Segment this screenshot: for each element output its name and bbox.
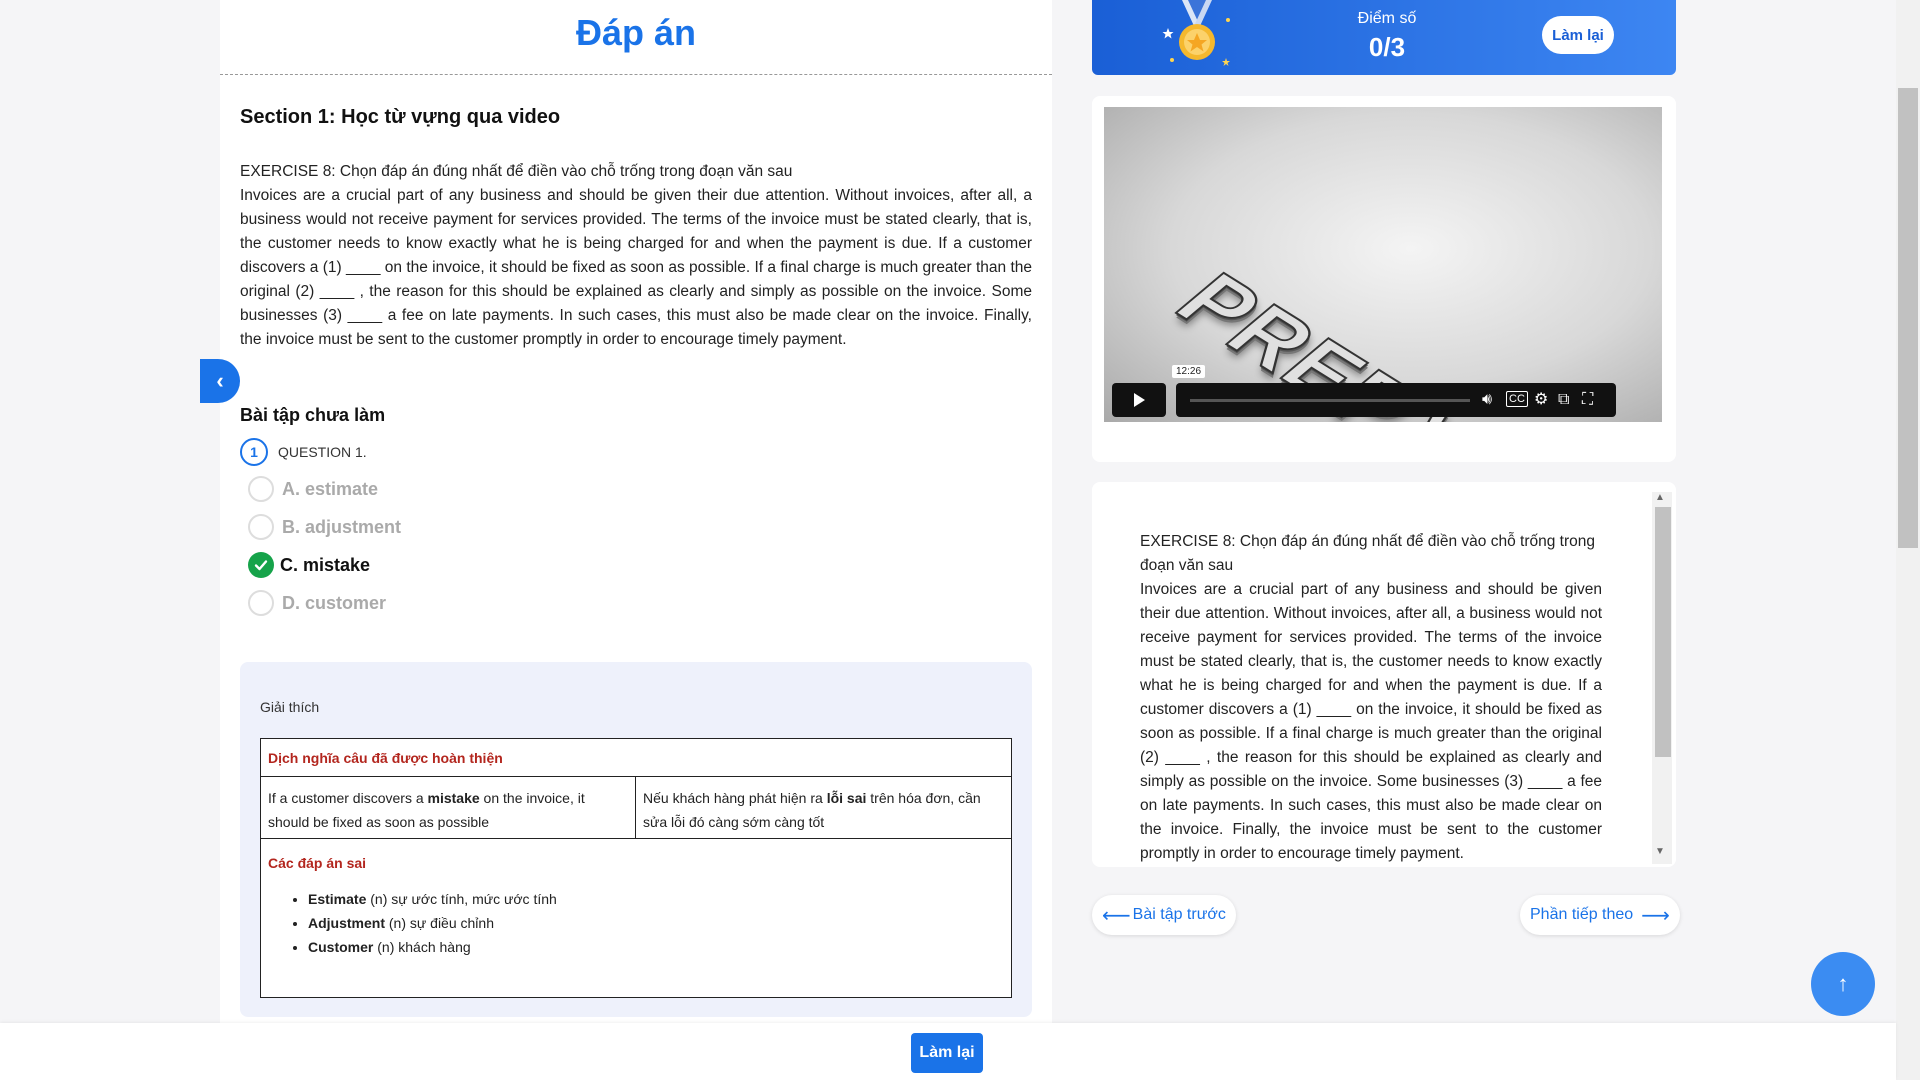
next-label: Phần tiếp theo (1530, 906, 1634, 923)
wrong-answers-list: Estimate (n) sự ước tính, mức ước tính A… (308, 887, 1004, 959)
page-scrollbar-thumb[interactable] (1898, 88, 1918, 548)
option-label: D. customer (282, 592, 387, 613)
exercise-passage-text: Invoices are a crucial part of any busin… (1140, 581, 1602, 862)
exercise-passage: EXERCISE 8: Chọn đáp án đúng nhất để điề… (240, 160, 1032, 352)
video-card: PREP.VN 12:26 🔊︎ CC ⚙ ⧉ ⛶ (1092, 96, 1676, 462)
score-value: 0/3 (1368, 32, 1406, 62)
gear-icon[interactable]: ⚙ (1534, 390, 1548, 410)
wrong-answers: Các đáp án sai Estimate (n) sự ước tính,… (261, 839, 1011, 975)
answer-word-vi: lỗi sai (826, 790, 867, 806)
radio-unchecked-icon (248, 514, 274, 540)
retry-button[interactable]: Làm lại (911, 1033, 983, 1073)
scroll-to-top-button[interactable]: ↑ (1811, 952, 1875, 1016)
option-label: B. adjustment (282, 516, 402, 537)
todo-section-title: Bài tập chưa làm (240, 405, 386, 425)
arrow-up-icon: ↑ (1837, 971, 1849, 996)
option-d[interactable]: D. customer (248, 589, 386, 617)
retry-button[interactable]: Làm lại (1542, 16, 1614, 54)
volume-icon[interactable]: 🔊︎ (1482, 390, 1492, 410)
wrong-answers-heading: Các đáp án sai (268, 855, 367, 871)
exercise-passage-text: Invoices are a crucial part of any busin… (240, 187, 1032, 348)
check-circle-icon (248, 552, 274, 578)
option-a[interactable]: A. estimate (248, 475, 378, 503)
score-label: Điểm số (1357, 10, 1417, 27)
captions-icon[interactable]: CC (1506, 391, 1528, 407)
passage-card: EXERCISE 8: Chọn đáp án đúng nhất để điề… (1092, 482, 1676, 867)
radio-unchecked-icon (248, 476, 274, 502)
bottom-bar: Làm lại (0, 1023, 1896, 1080)
play-icon (1134, 393, 1145, 407)
video-player[interactable]: PREP.VN 12:26 🔊︎ CC ⚙ ⧉ ⛶ (1104, 107, 1662, 422)
scroll-up-icon[interactable]: ▲ (1655, 492, 1665, 503)
score-card: Điểm số 0/3 Làm lại (1092, 0, 1676, 75)
english-sentence: If a customer discovers a mistake on the… (261, 777, 636, 838)
option-label: A. estimate (282, 478, 379, 499)
video-controls: 🔊︎ CC ⚙ ⧉ ⛶ (1176, 383, 1616, 417)
list-item: Customer (n) khách hàng (308, 935, 1004, 959)
explanation-box: Giải thích Dịch nghĩa câu đã được hoàn t… (240, 662, 1032, 1017)
list-item: Estimate (n) sự ước tính, mức ước tính (308, 887, 1004, 911)
question-number-badge[interactable]: 1 (240, 438, 268, 466)
option-c[interactable]: C. mistake (248, 551, 370, 579)
passage-scrollbar-thumb[interactable] (1655, 507, 1671, 757)
list-item: Adjustment (n) sự điều chỉnh (308, 911, 1004, 935)
section-title: Section 1: Học từ vựng qua video (240, 106, 561, 128)
title-divider (220, 74, 1052, 75)
radio-unchecked-icon (248, 590, 274, 616)
chevron-left-icon: ‹ (216, 368, 224, 393)
option-label: C. mistake (280, 554, 371, 575)
previous-exercise-button[interactable]: ⟵ Bài tập trước (1092, 895, 1236, 935)
translation-heading: Dịch nghĩa câu đã được hoàn thiện (261, 739, 1011, 777)
question-label: QUESTION 1. (278, 444, 367, 460)
arrow-right-icon: ⟶ (1641, 904, 1670, 927)
arrow-left-icon: ⟵ (1102, 904, 1131, 927)
medal-icon (1162, 0, 1230, 66)
option-b[interactable]: B. adjustment (248, 513, 401, 541)
time-tooltip: 12:26 (1172, 365, 1206, 378)
miniplayer-icon[interactable]: ⧉ (1558, 390, 1569, 410)
exercise-title: EXERCISE 8: Chọn đáp án đúng nhất để điề… (1140, 533, 1595, 574)
vietnamese-sentence: Nếu khách hàng phát hiện ra lỗi sai trên… (643, 790, 981, 830)
page-title: Đáp án (575, 12, 697, 53)
play-button[interactable] (1112, 383, 1166, 417)
question-header: 1 QUESTION 1. (240, 438, 367, 466)
scroll-down-icon[interactable]: ▼ (1655, 846, 1665, 857)
next-section-button[interactable]: Phần tiếp theo ⟶ (1520, 895, 1680, 935)
passage-scroll-content: EXERCISE 8: Chọn đáp án đúng nhất để điề… (1140, 530, 1602, 866)
answer-word: mistake (427, 790, 480, 806)
exercise-title: EXERCISE 8: Chọn đáp án đúng nhất để điề… (240, 163, 793, 180)
explanation-label: Giải thích (260, 699, 320, 715)
fullscreen-icon[interactable]: ⛶ (1582, 390, 1593, 410)
translation-row: If a customer discovers a mistake on the… (261, 777, 1011, 839)
explanation-table: Dịch nghĩa câu đã được hoàn thiện If a c… (260, 738, 1012, 998)
progress-bar[interactable] (1190, 399, 1470, 402)
previous-label: Bài tập trước (1132, 906, 1226, 923)
answer-panel: Đáp án Section 1: Học từ vựng qua video … (220, 0, 1052, 1023)
